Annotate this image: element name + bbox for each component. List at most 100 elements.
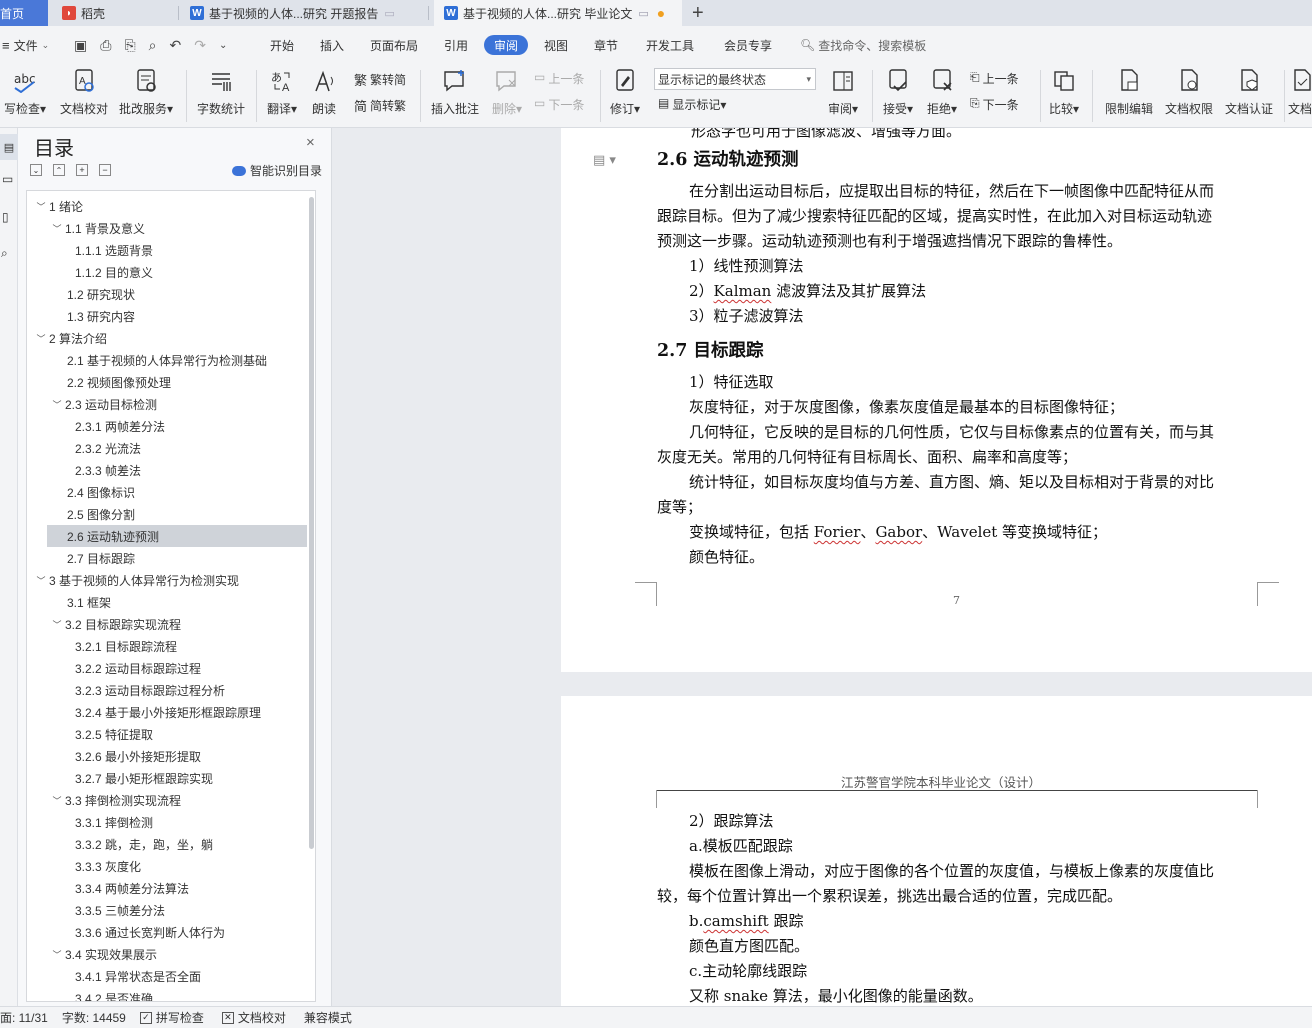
menu-tab-chapter[interactable]: 章节 — [594, 26, 618, 64]
simp-to-trad-button[interactable]: 简 简转繁 — [354, 96, 406, 115]
smart-toc-button[interactable]: 智能识别目录 — [232, 162, 322, 179]
menu-tab-member[interactable]: 会员专享 — [724, 26, 772, 64]
prev-comment-button[interactable]: ▭ 上一条 — [534, 70, 584, 87]
prev-change-button[interactable]: ⎗ 上一条 — [970, 70, 1019, 87]
toc-item[interactable]: ﹀ 3.2 目标跟踪实现流程 — [27, 613, 309, 635]
word-count-button[interactable]: 字数统计 — [194, 68, 248, 117]
tab-daoke[interactable]: ◗ 稻壳 — [62, 0, 105, 26]
toc-item[interactable]: 2.3.2 光流法 — [27, 437, 309, 459]
menu-tab-insert[interactable]: 插入 — [320, 26, 344, 64]
word-count-indicator[interactable]: 字数: 14459 — [62, 1009, 126, 1026]
toc-item[interactable]: 1.2 研究现状 — [27, 283, 309, 305]
next-change-button[interactable]: ⎘ 下一条 — [970, 96, 1019, 113]
command-search[interactable]: 🔍︎ 查找命令、搜索模板 — [800, 26, 926, 64]
toc-scrollbar[interactable] — [309, 197, 314, 849]
toc-item[interactable]: 3.3.3 灰度化 — [27, 855, 309, 877]
track-changes-button[interactable]: 修订▾ — [606, 68, 644, 117]
tab-doc-thesis[interactable]: W 基于视频的人体...研究 毕业论文 ▭ ● — [434, 0, 682, 26]
reject-button[interactable]: 拒绝▾ — [922, 68, 962, 117]
find-pane-icon[interactable]: ⌕ — [1, 246, 8, 261]
file-menu[interactable]: ≡ 文件 ⌄ — [2, 26, 49, 64]
toc-item[interactable]: 2.5 图像分割 — [27, 503, 309, 525]
chapter-pane-icon[interactable]: ▭ — [2, 172, 13, 186]
toc-item[interactable]: ﹀ 3.4 实现效果展示 — [27, 943, 309, 965]
toc-item[interactable]: 2.3.3 帧差法 — [27, 459, 309, 481]
markup-mode-select[interactable]: 显示标记的最终状态 ▾ — [654, 68, 816, 90]
toc-item[interactable]: 2.1 基于视频的人体异常行为检测基础 — [27, 349, 309, 371]
toc-item[interactable]: 3.2.7 最小矩形框跟踪实现 — [27, 767, 309, 789]
redo-icon[interactable]: ↷ — [194, 37, 206, 54]
toc-item[interactable]: 2.2 视频图像预处理 — [27, 371, 309, 393]
next-comment-button[interactable]: ▭ 下一条 — [534, 96, 584, 113]
more-chevron-icon[interactable]: ⌄ — [219, 40, 227, 51]
preview-icon[interactable]: ⌕ — [149, 37, 157, 54]
toc-item[interactable]: ﹀ 3.3 摔倒检测实现流程 — [27, 789, 309, 811]
tab-home[interactable]: 首页 — [0, 0, 48, 26]
review-pane-button[interactable]: 审阅▾ — [822, 68, 864, 117]
toc-item[interactable]: 3.4.2 是否准确 — [27, 987, 309, 1002]
document-more-button[interactable]: 文档 — [1288, 68, 1312, 117]
add-heading-icon[interactable]: + — [76, 164, 88, 176]
toc-item[interactable]: 2.6 运动轨迹预测 — [47, 525, 307, 547]
undo-icon[interactable]: ↶ — [169, 37, 181, 54]
delete-comment-button[interactable]: 删除▾ — [486, 68, 528, 117]
restrict-editing-button[interactable]: 限制编辑 — [1100, 68, 1158, 117]
chevron-down-icon[interactable]: ﹀ — [51, 618, 63, 631]
new-tab-button[interactable]: + — [692, 0, 704, 26]
export-icon[interactable]: ⎙ — [100, 37, 111, 54]
toc-item[interactable]: 1.1.2 目的意义 — [27, 261, 309, 283]
chevron-down-icon[interactable]: ﹀ — [51, 398, 63, 411]
toc-item[interactable]: 2.7 目标跟踪 — [27, 547, 309, 569]
toc-item[interactable]: ﹀ 1 绪论 — [27, 195, 309, 217]
chevron-down-icon[interactable]: ﹀ — [35, 332, 47, 345]
paragraph-menu-icon[interactable]: ▤ ▾ — [593, 153, 616, 168]
menu-tab-review[interactable]: 审阅 — [484, 35, 529, 55]
toc-item[interactable]: 2.3.1 两帧差分法 — [27, 415, 309, 437]
accept-button[interactable]: 接受▾ — [878, 68, 918, 117]
spell-check-button[interactable]: abc 写检查▾ — [0, 68, 50, 117]
toc-item[interactable]: 3.2.5 特征提取 — [27, 723, 309, 745]
remove-heading-icon[interactable]: − — [99, 164, 111, 176]
toc-item[interactable]: ﹀ 2 算法介绍 — [27, 327, 309, 349]
chevron-down-icon[interactable]: ﹀ — [51, 948, 63, 961]
bookmark-pane-icon[interactable]: ▯ — [2, 210, 9, 224]
trad-to-simp-button[interactable]: 繁 繁转简 — [354, 70, 406, 89]
chevron-down-icon[interactable]: ﹀ — [35, 200, 47, 213]
toc-item[interactable]: 3.2.3 运动目标跟踪过程分析 — [27, 679, 309, 701]
toc-item[interactable]: ﹀ 2.3 运动目标检测 — [27, 393, 309, 415]
page-indicator[interactable]: 面: 11/31 — [0, 1009, 48, 1026]
menu-tab-layout[interactable]: 页面布局 — [370, 26, 418, 64]
chevron-down-icon[interactable]: ﹀ — [35, 574, 47, 587]
proofread-button[interactable]: A 文档校对 — [56, 68, 112, 117]
toc-item[interactable]: 3.2.2 运动目标跟踪过程 — [27, 657, 309, 679]
collapse-all-icon[interactable]: ⌃ — [53, 164, 65, 176]
toc-item[interactable]: 3.1 框架 — [27, 591, 309, 613]
tab-doc-proposal[interactable]: W 基于视频的人体...研究 开题报告 ▭ — [190, 0, 395, 26]
menu-tab-start[interactable]: 开始 — [270, 26, 294, 64]
toc-item[interactable]: 3.2.1 目标跟踪流程 — [27, 635, 309, 657]
menu-tab-devtools[interactable]: 开发工具 — [646, 26, 694, 64]
toc-item[interactable]: ﹀ 1.1 背景及意义 — [27, 217, 309, 239]
expand-all-icon[interactable]: ⌄ — [30, 164, 42, 176]
status-spell-check[interactable]: ✓ 拼写检查 — [139, 1009, 204, 1026]
toc-item[interactable]: 3.2.4 基于最小外接矩形框跟踪原理 — [27, 701, 309, 723]
toc-item[interactable]: 3.2.6 最小外接矩形提取 — [27, 745, 309, 767]
toc-item[interactable]: ﹀ 3 基于视频的人体异常行为检测实现 — [27, 569, 309, 591]
read-aloud-button[interactable]: 朗读 — [306, 68, 342, 117]
chevron-down-icon[interactable]: ﹀ — [51, 794, 63, 807]
status-proofread[interactable]: ✕ 文档校对 — [221, 1009, 286, 1026]
menu-tab-view[interactable]: 视图 — [544, 26, 568, 64]
toc-item[interactable]: 3.3.6 通过长宽判断人体行为 — [27, 921, 309, 943]
toc-item[interactable]: 2.4 图像标识 — [27, 481, 309, 503]
toc-item[interactable]: 3.3.4 两帧差分法算法 — [27, 877, 309, 899]
toc-pane-icon[interactable]: ▤ — [0, 134, 18, 160]
save-icon[interactable]: ▣ — [74, 37, 87, 54]
translate-button[interactable]: あA 翻译▾ — [262, 68, 302, 117]
insert-comment-button[interactable]: 插入批注 — [426, 68, 484, 117]
toc-item[interactable]: 3.3.2 跳，走，跑，坐，躺 — [27, 833, 309, 855]
document-rights-button[interactable]: 文档权限 — [1160, 68, 1218, 117]
toc-item[interactable]: 1.1.1 选题背景 — [27, 239, 309, 261]
menu-tab-reference[interactable]: 引用 — [444, 26, 468, 64]
toc-item[interactable]: 1.3 研究内容 — [27, 305, 309, 327]
document-certify-button[interactable]: 文档认证 — [1220, 68, 1278, 117]
